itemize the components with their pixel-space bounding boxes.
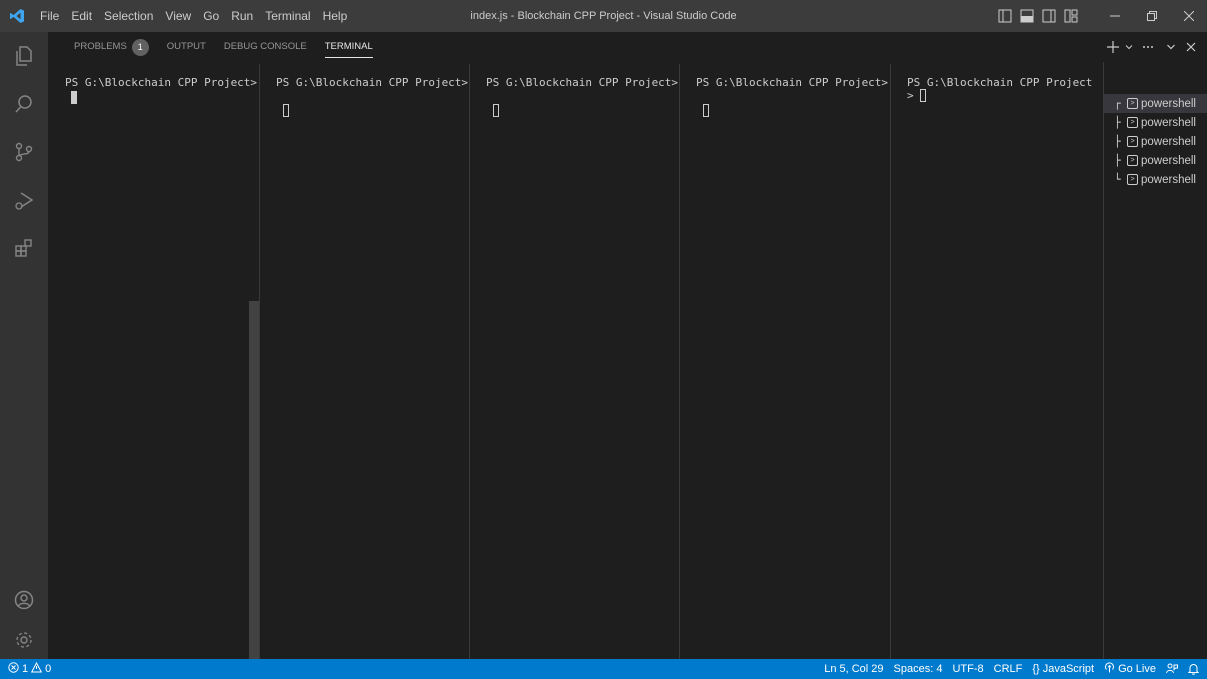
terminal-cursor	[71, 91, 77, 104]
terminal-tab-item[interactable]: ├ > powershell	[1104, 151, 1207, 170]
warning-count: 0	[45, 663, 52, 675]
tree-connector: ┌	[1114, 97, 1121, 110]
tab-problems-label: PROBLEMS	[74, 41, 127, 52]
maximize-panel-chevron-icon[interactable]	[1161, 32, 1181, 62]
go-live-label: Go Live	[1118, 663, 1156, 675]
terminal-pane-5[interactable]: PS G:\Blockchain CPP Project >	[890, 64, 1103, 659]
terminal-dropdown-chevron-icon[interactable]	[1123, 32, 1135, 62]
tree-connector: ├	[1114, 135, 1121, 148]
language-label: JavaScript	[1042, 663, 1095, 675]
problems-status[interactable]: 1 0	[8, 661, 52, 676]
terminal-tab-item[interactable]: ├ > powershell	[1104, 132, 1207, 151]
notifications-bell-icon[interactable]	[1188, 663, 1199, 675]
menu-view[interactable]: View	[159, 0, 197, 32]
broadcast-icon	[1104, 662, 1115, 676]
terminal-pane-4[interactable]: PS G:\Blockchain CPP Project>	[679, 64, 890, 659]
title-bar: File Edit Selection View Go Run Terminal…	[0, 0, 1207, 32]
warning-icon	[30, 661, 43, 676]
feedback-icon[interactable]	[1166, 663, 1178, 675]
tab-terminal[interactable]: TERMINAL	[316, 32, 382, 62]
tab-output[interactable]: OUTPUT	[158, 32, 215, 62]
customize-layout-icon[interactable]	[1063, 8, 1079, 24]
terminal-cursor	[920, 89, 926, 102]
toggle-secondary-sidebar-icon[interactable]	[1041, 8, 1057, 24]
tree-connector: ├	[1114, 154, 1121, 167]
menu-run[interactable]: Run	[225, 0, 259, 32]
terminal-prompt: PS G:\Blockchain CPP Project>	[276, 76, 469, 89]
menu-bar: File Edit Selection View Go Run Terminal…	[34, 0, 353, 32]
braces-icon: {}	[1032, 663, 1040, 675]
menu-edit[interactable]: Edit	[65, 0, 98, 32]
more-actions-icon[interactable]	[1135, 32, 1161, 62]
go-live-button[interactable]: Go Live	[1104, 662, 1156, 676]
menu-terminal[interactable]: Terminal	[259, 0, 316, 32]
terminal-pane-1[interactable]: PS G:\Blockchain CPP Project>	[48, 64, 259, 659]
window-title: index.js - Blockchain CPP Project - Visu…	[470, 10, 737, 22]
menu-file[interactable]: File	[34, 0, 65, 32]
terminal-cursor	[703, 104, 709, 117]
restore-icon[interactable]	[1133, 0, 1170, 32]
terminal-tabs-list: ┌ > powershell ├ > powershell ├ > powers…	[1103, 62, 1207, 659]
terminal-tab-item[interactable]: └ > powershell	[1104, 170, 1207, 189]
terminal-tab-label: powershell	[1141, 154, 1196, 167]
terminal-pane-2[interactable]: PS G:\Blockchain CPP Project>	[259, 64, 469, 659]
terminal-prompt: PS G:\Blockchain CPP Project	[907, 76, 1093, 89]
close-window-icon[interactable]	[1170, 0, 1207, 32]
activity-bar	[0, 32, 48, 659]
vscode-logo-icon	[0, 0, 34, 32]
terminal-scrollbar[interactable]	[249, 301, 259, 659]
menu-go[interactable]: Go	[197, 0, 225, 32]
error-icon	[8, 662, 19, 676]
terminal-icon: >	[1127, 155, 1138, 166]
search-icon[interactable]	[0, 80, 48, 128]
terminal-icon: >	[1127, 136, 1138, 147]
terminal-tab-item[interactable]: ├ > powershell	[1104, 113, 1207, 132]
tree-connector: └	[1114, 173, 1121, 186]
terminal-cursor	[283, 104, 289, 117]
terminal-cursor	[493, 104, 499, 117]
tab-debug-console[interactable]: DEBUG CONSOLE	[215, 32, 316, 62]
toggle-primary-sidebar-icon[interactable]	[997, 8, 1013, 24]
encoding[interactable]: UTF-8	[952, 663, 983, 675]
extensions-icon[interactable]	[0, 224, 48, 272]
terminal-tab-label: powershell	[1141, 173, 1196, 186]
terminal-prompt: PS G:\Blockchain CPP Project>	[486, 76, 679, 89]
cursor-position[interactable]: Ln 5, Col 29	[824, 663, 883, 675]
tab-output-label: OUTPUT	[166, 41, 206, 52]
source-control-icon[interactable]	[0, 128, 48, 176]
run-and-debug-icon[interactable]	[0, 176, 48, 224]
terminal-tab-label: powershell	[1141, 116, 1196, 129]
terminal-icon: >	[1127, 174, 1138, 185]
new-terminal-icon[interactable]	[1103, 32, 1123, 62]
terminal-tab-label: powershell	[1141, 135, 1196, 148]
explorer-icon[interactable]	[0, 32, 48, 80]
indentation[interactable]: Spaces: 4	[894, 663, 943, 675]
terminal-pane-3[interactable]: PS G:\Blockchain CPP Project>	[469, 64, 679, 659]
panel-header: PROBLEMS 1 OUTPUT DEBUG CONSOLE TERMINAL	[48, 32, 1207, 62]
terminal-prompt-continuation: >	[907, 89, 914, 102]
language-mode[interactable]: {} JavaScript	[1032, 663, 1094, 675]
menu-selection[interactable]: Selection	[98, 0, 159, 32]
terminal-icon: >	[1127, 117, 1138, 128]
minimize-icon[interactable]	[1096, 0, 1133, 32]
terminal-panel: PROBLEMS 1 OUTPUT DEBUG CONSOLE TERMINAL	[48, 32, 1207, 659]
tab-terminal-label: TERMINAL	[324, 41, 373, 52]
terminal-prompt: PS G:\Blockchain CPP Project>	[65, 76, 258, 89]
manage-gear-icon[interactable]	[0, 616, 48, 664]
status-bar: 1 0 Ln 5, Col 29 Spaces: 4 UTF-8 CRLF {}…	[0, 659, 1207, 679]
end-of-line[interactable]: CRLF	[994, 663, 1023, 675]
tab-problems[interactable]: PROBLEMS 1	[65, 32, 158, 62]
error-count: 1	[22, 663, 29, 675]
terminal-tab-item[interactable]: ┌ > powershell	[1104, 94, 1207, 113]
tree-connector: ├	[1114, 116, 1121, 129]
problems-badge: 1	[131, 38, 149, 56]
toggle-panel-icon[interactable]	[1019, 8, 1035, 24]
tab-debug-console-label: DEBUG CONSOLE	[223, 41, 307, 52]
terminal-tab-label: powershell	[1141, 97, 1196, 110]
close-panel-icon[interactable]	[1181, 32, 1201, 62]
terminal-icon: >	[1127, 98, 1138, 109]
terminal-prompt: PS G:\Blockchain CPP Project>	[696, 76, 889, 89]
menu-help[interactable]: Help	[317, 0, 354, 32]
